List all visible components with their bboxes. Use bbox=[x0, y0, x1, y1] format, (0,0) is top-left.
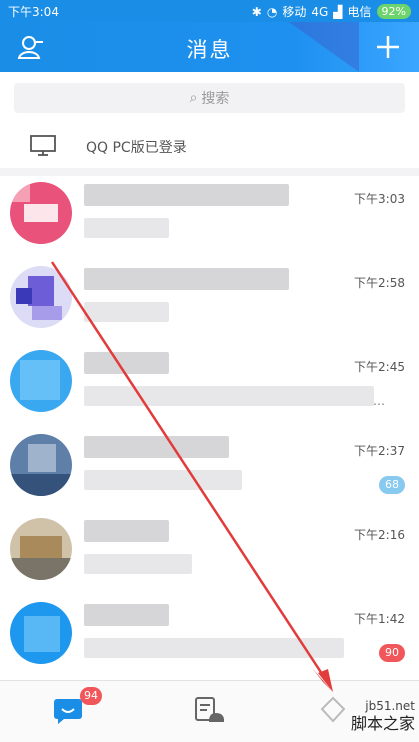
conversation-time: 下午3:03 bbox=[354, 192, 405, 206]
watermark: jb51.net 脚本之家 bbox=[351, 697, 415, 733]
pc-login-text: QQ PC版已登录 bbox=[86, 140, 187, 156]
avatar bbox=[10, 518, 72, 580]
carrier-2: 电信 bbox=[347, 5, 372, 19]
signal-icon: ▟ bbox=[333, 4, 343, 19]
conversation-preview-blurred bbox=[84, 470, 242, 490]
conversation-time: 下午2:45 bbox=[354, 360, 405, 374]
page-title: 消息 bbox=[186, 38, 233, 62]
conversation-name-blurred bbox=[84, 352, 169, 374]
avatar bbox=[10, 350, 72, 412]
section-divider bbox=[0, 168, 419, 176]
conversation-item[interactable]: 下午3:03 bbox=[0, 176, 419, 260]
tab-discover-icon[interactable] bbox=[318, 695, 348, 725]
conversation-time: 下午2:58 bbox=[354, 276, 405, 290]
battery-indicator: 92% bbox=[376, 4, 411, 19]
conversation-preview-blurred bbox=[84, 302, 169, 322]
add-icon[interactable] bbox=[375, 34, 401, 60]
conversation-time: 下午2:37 bbox=[354, 444, 405, 458]
conversation-preview-blurred bbox=[84, 386, 374, 406]
conversation-name-blurred bbox=[84, 520, 169, 542]
app-header: 消息 bbox=[0, 22, 419, 72]
avatar bbox=[10, 266, 72, 328]
search-input[interactable]: ⌕ 搜索 bbox=[14, 83, 405, 113]
status-bar: 下午3:04 ✱ ◔ 移动 4G ▟ 电信 92% bbox=[0, 0, 419, 22]
unread-badge: 90 bbox=[379, 644, 405, 662]
conversation-item[interactable]: 下午2:45 … bbox=[0, 344, 419, 428]
search-icon: ⌕ bbox=[189, 90, 198, 106]
conversation-name-blurred bbox=[84, 604, 169, 626]
conversation-list: 下午3:03 下午2:58 下午2:45 … 下午2:37 68 下午2:16 … bbox=[0, 176, 419, 680]
conversation-time: 下午2:16 bbox=[354, 528, 405, 542]
avatar bbox=[10, 434, 72, 496]
watermark-site: jb51.net bbox=[365, 699, 415, 713]
conversation-name-blurred bbox=[84, 436, 229, 458]
wifi-icon: ◔ bbox=[266, 4, 278, 19]
conversation-item[interactable]: 下午1:42 90 bbox=[0, 596, 419, 680]
search-placeholder: 搜索 bbox=[201, 91, 230, 107]
network-type: 4G bbox=[311, 4, 329, 19]
conversation-preview-blurred bbox=[84, 554, 192, 574]
messages-unread-badge: 94 bbox=[80, 687, 102, 705]
conversation-time: 下午1:42 bbox=[354, 612, 405, 626]
avatar bbox=[10, 182, 72, 244]
conversation-item[interactable]: 下午2:16 bbox=[0, 512, 419, 596]
bluetooth-icon: ✱ bbox=[251, 4, 262, 19]
conversation-item[interactable]: 下午2:37 68 bbox=[0, 428, 419, 512]
preview-ellipsis: … bbox=[373, 394, 385, 408]
avatar bbox=[10, 602, 72, 664]
conversation-item[interactable]: 下午2:58 bbox=[0, 260, 419, 344]
watermark-brand: 脚本之家 bbox=[350, 714, 415, 733]
conversation-preview-blurred bbox=[84, 218, 169, 238]
conversation-name-blurred bbox=[84, 268, 289, 290]
carrier-1: 移动 bbox=[282, 5, 307, 19]
tab-contacts-icon[interactable] bbox=[193, 695, 227, 725]
conversation-preview-blurred bbox=[84, 638, 344, 658]
pc-login-row[interactable]: QQ PC版已登录 bbox=[0, 124, 419, 168]
conversation-name-blurred bbox=[84, 184, 289, 206]
monitor-icon bbox=[30, 135, 56, 156]
status-time: 下午3:04 bbox=[8, 5, 59, 19]
unread-badge: 68 bbox=[379, 476, 405, 494]
